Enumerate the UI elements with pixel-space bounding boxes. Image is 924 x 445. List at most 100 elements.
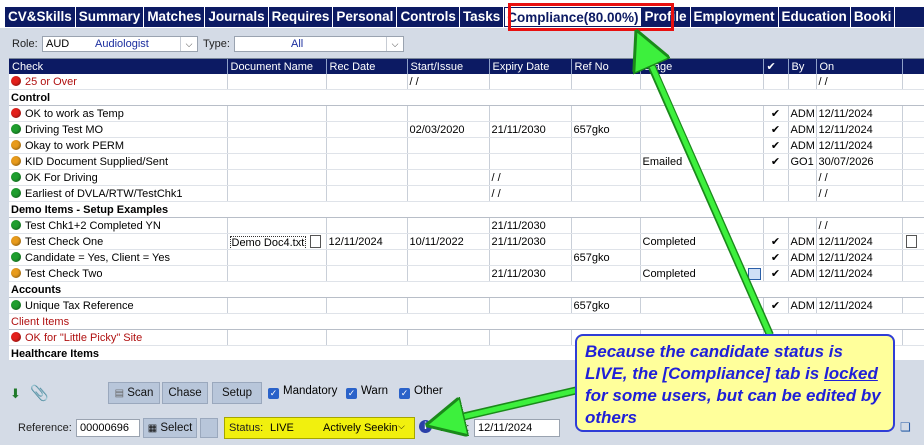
cell-check[interactable]: Test Chk1+2 Completed YN <box>9 217 228 234</box>
cell-expiry[interactable] <box>489 153 572 170</box>
cell-tick[interactable] <box>763 169 789 186</box>
cell-doc[interactable] <box>227 121 327 138</box>
cell-rec[interactable] <box>326 265 408 282</box>
cell-stage[interactable] <box>640 137 764 154</box>
cell-stage[interactable] <box>640 297 764 314</box>
cell-by[interactable]: ADM <box>788 137 817 154</box>
cell-by[interactable]: ADM <box>788 105 817 122</box>
cell-on[interactable]: 12/11/2024 <box>816 249 903 266</box>
cell-rec[interactable] <box>326 329 408 346</box>
cell-stage[interactable] <box>640 105 764 122</box>
cell-ref[interactable] <box>571 185 641 202</box>
tab-cv-skills[interactable]: CV&Skills <box>5 7 76 27</box>
cell-on[interactable]: 12/11/2024 <box>816 297 903 314</box>
cell-doc[interactable] <box>227 153 327 170</box>
cell-on[interactable]: 12/11/2024 <box>816 105 903 122</box>
cell-rec[interactable] <box>326 297 408 314</box>
cell-start[interactable] <box>407 137 490 154</box>
cell-start[interactable] <box>407 153 490 170</box>
cell-tick[interactable]: ✔ <box>763 249 789 266</box>
cell-start[interactable] <box>407 217 490 234</box>
cell-extra[interactable] <box>902 233 924 250</box>
cell-by[interactable] <box>788 217 817 234</box>
column-header[interactable]: On <box>816 59 903 74</box>
cell-ref[interactable]: 657gko <box>571 121 641 138</box>
cell-expiry[interactable] <box>489 137 572 154</box>
cell-rec[interactable] <box>326 121 408 138</box>
tab-requires[interactable]: Requires <box>269 7 334 27</box>
cell-expiry[interactable] <box>489 105 572 122</box>
table-row[interactable]: Driving Test MO 02/03/2020 21/11/2030 657gk… <box>9 121 924 138</box>
column-header[interactable]: Check <box>9 59 228 74</box>
chevron-down-icon[interactable]: ⌵ <box>386 37 403 51</box>
cell-doc[interactable] <box>227 297 327 314</box>
cell-tick[interactable]: ✔ <box>763 297 789 314</box>
cell-by[interactable] <box>788 74 817 90</box>
status-value[interactable]: LIVE <box>270 422 294 434</box>
cell-by[interactable] <box>788 185 817 202</box>
paperclip-icon[interactable]: 📎 <box>30 384 49 402</box>
cell-on[interactable]: 12/11/2024 <box>816 121 903 138</box>
cell-on[interactable]: 30/07/2026 <box>816 153 903 170</box>
table-row[interactable]: KID Document Supplied/Sent Emailed ✔ GO1 30/… <box>9 153 924 170</box>
tab-education[interactable]: Education <box>779 7 851 27</box>
cell-extra[interactable] <box>902 249 924 266</box>
cell-start[interactable]: / / <box>407 74 490 90</box>
cell-rec[interactable] <box>326 74 408 90</box>
cell-start[interactable]: 10/11/2022 <box>407 233 490 250</box>
cell-check[interactable]: Candidate = Yes, Client = Yes <box>9 249 228 266</box>
cell-extra[interactable] <box>902 329 924 346</box>
cell-stage[interactable] <box>640 121 764 138</box>
cell-on[interactable]: / / <box>816 217 903 234</box>
cell-expiry[interactable]: 21/11/2030 <box>489 265 572 282</box>
chevron-down-icon[interactable]: ⌵ <box>398 421 405 432</box>
column-header[interactable]: Rec Date <box>326 59 408 74</box>
cell-ref[interactable] <box>571 217 641 234</box>
column-header[interactable]: Stage <box>640 59 764 74</box>
cell-extra[interactable] <box>902 297 924 314</box>
cell-expiry[interactable]: / / <box>489 169 572 186</box>
select-button[interactable]: ▦ Select <box>143 418 197 438</box>
cell-doc[interactable] <box>227 217 327 234</box>
cell-expiry[interactable] <box>489 297 572 314</box>
cell-tick[interactable] <box>763 74 789 90</box>
cell-tick[interactable]: ✔ <box>763 153 789 170</box>
other-checkbox[interactable]: ✓ Other <box>399 385 443 399</box>
cell-check[interactable]: KID Document Supplied/Sent <box>9 153 228 170</box>
cell-by[interactable] <box>788 169 817 186</box>
cell-stage[interactable] <box>640 185 764 202</box>
tab-booki[interactable]: Booki <box>851 7 896 27</box>
column-header[interactable]: By <box>788 59 817 74</box>
cell-by[interactable]: GO1 <box>788 153 817 170</box>
cell-stage[interactable]: Completed <box>640 265 764 282</box>
type-combo[interactable]: All ⌵ <box>234 36 404 52</box>
cell-expiry[interactable]: / / <box>489 185 572 202</box>
column-header[interactable]: Document Name <box>227 59 327 74</box>
window-icon[interactable]: ❏ <box>900 420 911 434</box>
cell-start[interactable] <box>407 329 490 346</box>
warn-checkbox[interactable]: ✓ Warn <box>346 385 388 399</box>
setup-button[interactable]: Setup <box>212 382 262 404</box>
tab-controls[interactable]: Controls <box>397 7 460 27</box>
cell-doc[interactable] <box>227 249 327 266</box>
mandatory-checkbox[interactable]: ✓ Mandatory <box>268 385 337 399</box>
tab-matches[interactable]: Matches <box>144 7 206 27</box>
cell-start[interactable]: 02/03/2020 <box>407 121 490 138</box>
cell-ref[interactable] <box>571 153 641 170</box>
cell-ref[interactable] <box>571 233 641 250</box>
cell-on[interactable]: / / <box>816 185 903 202</box>
cell-check[interactable]: Unique Tax Reference <box>9 297 228 314</box>
regd-date-field[interactable]: 12/11/2024 <box>474 419 560 437</box>
cell-check[interactable]: Test Check One <box>9 233 228 250</box>
cell-check[interactable]: Okay to work PERM <box>9 137 228 154</box>
cell-start[interactable] <box>407 105 490 122</box>
cell-on[interactable]: / / <box>816 169 903 186</box>
table-row[interactable]: Candidate = Yes, Client = Yes 657gko ✔ ADM 1… <box>9 249 924 266</box>
table-row[interactable]: Test Check Two 21/11/2030 Completed ✔ ADM 12/… <box>9 265 924 282</box>
cell-tick[interactable] <box>763 185 789 202</box>
tab-tasks[interactable]: Tasks <box>460 7 505 27</box>
cell-tick[interactable]: ✔ <box>763 233 789 250</box>
cell-doc[interactable] <box>227 74 327 90</box>
cell-doc[interactable] <box>227 265 327 282</box>
chase-button[interactable]: Chase <box>162 382 208 404</box>
